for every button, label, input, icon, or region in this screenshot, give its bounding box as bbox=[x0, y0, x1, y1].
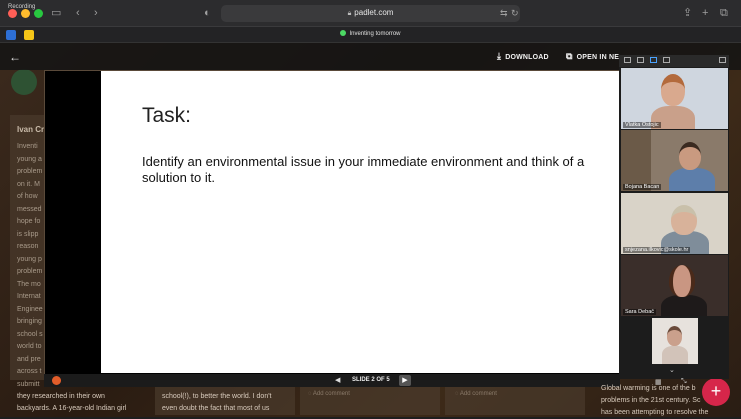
speaker-view-icon[interactable] bbox=[637, 57, 644, 63]
post-line: has been attempting to resolve the bbox=[601, 409, 709, 416]
post-line: submitt bbox=[17, 380, 40, 388]
participant-face bbox=[667, 326, 682, 346]
participant-face bbox=[671, 205, 697, 235]
participant-face bbox=[661, 74, 685, 106]
participant-face bbox=[669, 265, 695, 297]
post-line: across t bbox=[17, 368, 42, 375]
sidebar-toggle-icon[interactable]: ▭ bbox=[51, 6, 61, 20]
add-comment-button[interactable]: ◌ Add comment bbox=[455, 391, 497, 397]
open-new-tab-button[interactable]: ⧉ OPEN IN NE bbox=[566, 51, 619, 62]
download-label: DOWNLOAD bbox=[505, 54, 549, 61]
post-line: world to bbox=[17, 343, 42, 350]
post-line: on it. M bbox=[17, 180, 40, 188]
back-nav-icon[interactable]: ‹ bbox=[76, 6, 80, 20]
post-line: problems in the 21st century. Sc bbox=[601, 397, 701, 404]
slide-controls bbox=[44, 374, 620, 387]
post-author: Ivan Cr bbox=[17, 125, 45, 134]
strip-view-icon[interactable] bbox=[663, 57, 670, 63]
translate-icon[interactable]: ⇆ bbox=[500, 6, 508, 20]
reload-icon[interactable]: ↻ bbox=[511, 6, 519, 20]
post-line: hope fo bbox=[17, 218, 41, 225]
presentation-logo-icon bbox=[52, 376, 61, 385]
post-line: The mo bbox=[17, 280, 41, 288]
slide-counter: SLIDE 2 OF 5 bbox=[352, 377, 390, 383]
url-text: padlet.com bbox=[354, 8, 394, 17]
external-link-icon: ⧉ bbox=[566, 51, 573, 61]
add-comment-label: Add comment bbox=[459, 391, 497, 397]
participant-name: snjezana.ilkovic@skole.hr bbox=[623, 247, 691, 253]
zoom-window-button[interactable] bbox=[34, 9, 43, 18]
post-line: problem bbox=[17, 268, 43, 275]
post-line: problem bbox=[17, 168, 43, 175]
open-new-label: OPEN IN NE bbox=[576, 54, 620, 61]
participant-tile[interactable]: Bojana Bacan bbox=[621, 130, 728, 191]
prev-slide-icon[interactable]: ◀ bbox=[335, 376, 340, 384]
post-line: bringing bbox=[17, 318, 42, 325]
board-avatar bbox=[11, 69, 37, 95]
participant-tile[interactable]: snjezana.ilkovic@skole.hr bbox=[621, 193, 728, 254]
participant-name: Vlatka Ostojic bbox=[623, 122, 661, 128]
scroll-down-icon[interactable]: ⌄ bbox=[669, 366, 675, 374]
back-arrow-icon[interactable]: ← bbox=[9, 50, 21, 64]
download-button[interactable]: ⤓ DOWNLOAD bbox=[497, 51, 549, 62]
slide-body: Identify an environmental issue in your … bbox=[142, 154, 585, 185]
post-text-col2: school(!), to better the world. I don't … bbox=[162, 391, 272, 415]
new-tab-icon[interactable]: + bbox=[702, 6, 708, 20]
minimize-window-button[interactable] bbox=[21, 9, 30, 18]
participant-figure bbox=[669, 168, 715, 191]
tab-favicon-icon bbox=[340, 30, 347, 36]
forward-nav-icon[interactable]: › bbox=[94, 6, 98, 20]
post-line: young a bbox=[17, 155, 42, 163]
post-line: reason bbox=[17, 243, 39, 250]
participant-tile[interactable]: Vlatka Ostojic bbox=[621, 68, 728, 129]
participant-face bbox=[679, 142, 701, 170]
post-line: Inventi bbox=[17, 143, 38, 150]
post-line: school s bbox=[17, 330, 43, 338]
share-icon[interactable]: ⇪ bbox=[683, 6, 692, 20]
participant-figure bbox=[661, 295, 707, 316]
participant-tile[interactable] bbox=[652, 318, 698, 364]
post-line: backyards. A 16-year-old Indian girl bbox=[17, 405, 127, 412]
post-line: even doubt the fact that most of us bbox=[162, 405, 270, 412]
participant-name: Bojana Bacan bbox=[623, 184, 662, 190]
slide-title: Task: bbox=[142, 104, 192, 127]
collapse-icon[interactable]: ⤡ bbox=[681, 378, 687, 386]
grid-layout-icon[interactable]: ▦ bbox=[655, 378, 662, 386]
active-tab[interactable]: Inventing tomorrow bbox=[0, 30, 741, 37]
minimize-panel-icon[interactable] bbox=[624, 57, 631, 63]
lock-icon: 🔒︎ bbox=[347, 10, 352, 17]
post-line: Internat bbox=[17, 293, 41, 300]
tab-bar: Inventing tomorrow bbox=[0, 27, 741, 43]
participant-name: Sara Debač bbox=[623, 309, 657, 315]
address-bar[interactable]: 🔒︎ padlet.com ⇆ ↻ bbox=[221, 5, 520, 22]
add-post-button[interactable]: + bbox=[702, 378, 730, 406]
browser-titlebar: Recording ▭ ‹ › ◐ 🔒︎ padlet.com ⇆ ↻ ⇪ + ⧉ bbox=[0, 0, 741, 27]
add-comment-label: Add comment bbox=[312, 391, 350, 397]
tab-title: Inventing tomorrow bbox=[349, 31, 401, 37]
participant-figure bbox=[662, 346, 688, 364]
privacy-shield-icon[interactable]: ◐ bbox=[204, 6, 211, 20]
post-line: of how bbox=[17, 193, 38, 200]
next-slide-icon[interactable]: ▶ bbox=[399, 375, 411, 386]
post-line: they researched in their own bbox=[17, 393, 105, 400]
expand-panel-icon[interactable] bbox=[719, 57, 726, 63]
post-line: young p bbox=[17, 255, 42, 263]
post-line: Enginee bbox=[17, 305, 43, 313]
add-comment-button[interactable]: ◌ Add comment bbox=[308, 391, 350, 397]
post-line: messed bbox=[17, 205, 42, 213]
download-icon: ⤓ bbox=[497, 51, 502, 61]
post-text-col3: Global warming is one of the b problems … bbox=[601, 383, 708, 419]
bookshelf bbox=[621, 130, 651, 191]
video-panel-header bbox=[619, 55, 729, 67]
tab-overview-icon[interactable]: ⧉ bbox=[720, 6, 728, 20]
post-line: is slipp bbox=[17, 230, 39, 238]
close-window-button[interactable] bbox=[8, 9, 17, 18]
post-line: school(!), to better the world. I don't bbox=[162, 393, 272, 400]
post-line: and pre bbox=[17, 355, 41, 363]
participant-tile[interactable]: Sara Debač bbox=[621, 255, 728, 316]
post-text-col1: they researched in their own backyards. … bbox=[17, 391, 126, 415]
gallery-view-icon[interactable] bbox=[650, 57, 657, 63]
